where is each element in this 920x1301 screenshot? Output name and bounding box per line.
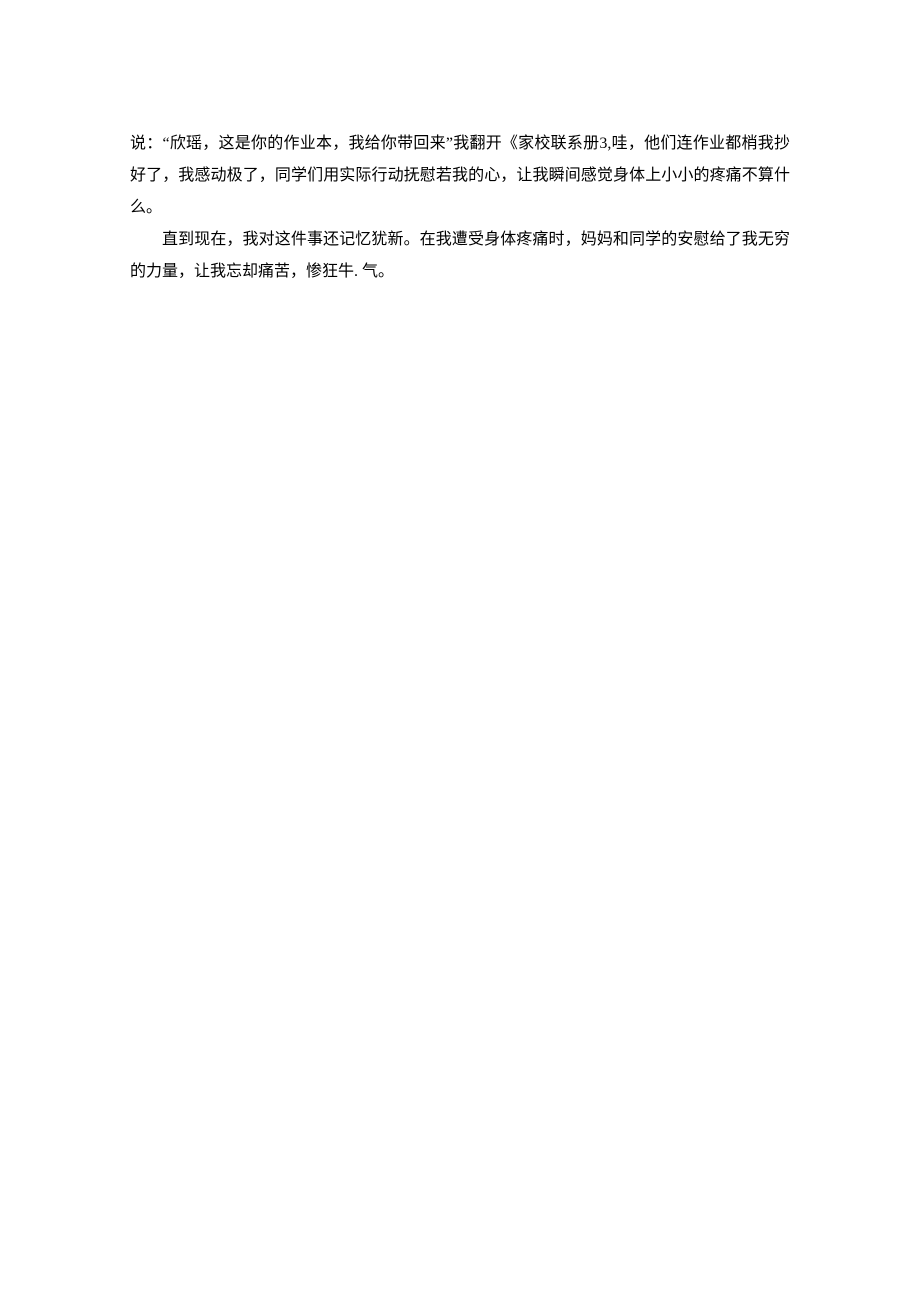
- paragraph-1: 说：“欣瑶，这是你的作业本，我给你带回来”我翻开《家校联系册3,哇，他们连作业都…: [130, 128, 790, 224]
- document-body: 说：“欣瑶，这是你的作业本，我给你带回来”我翻开《家校联系册3,哇，他们连作业都…: [130, 128, 790, 288]
- paragraph-2: 直到现在，我对这件事还记忆犹新。在我遭受身体疼痛时，妈妈和同学的安慰给了我无穷的…: [130, 224, 790, 288]
